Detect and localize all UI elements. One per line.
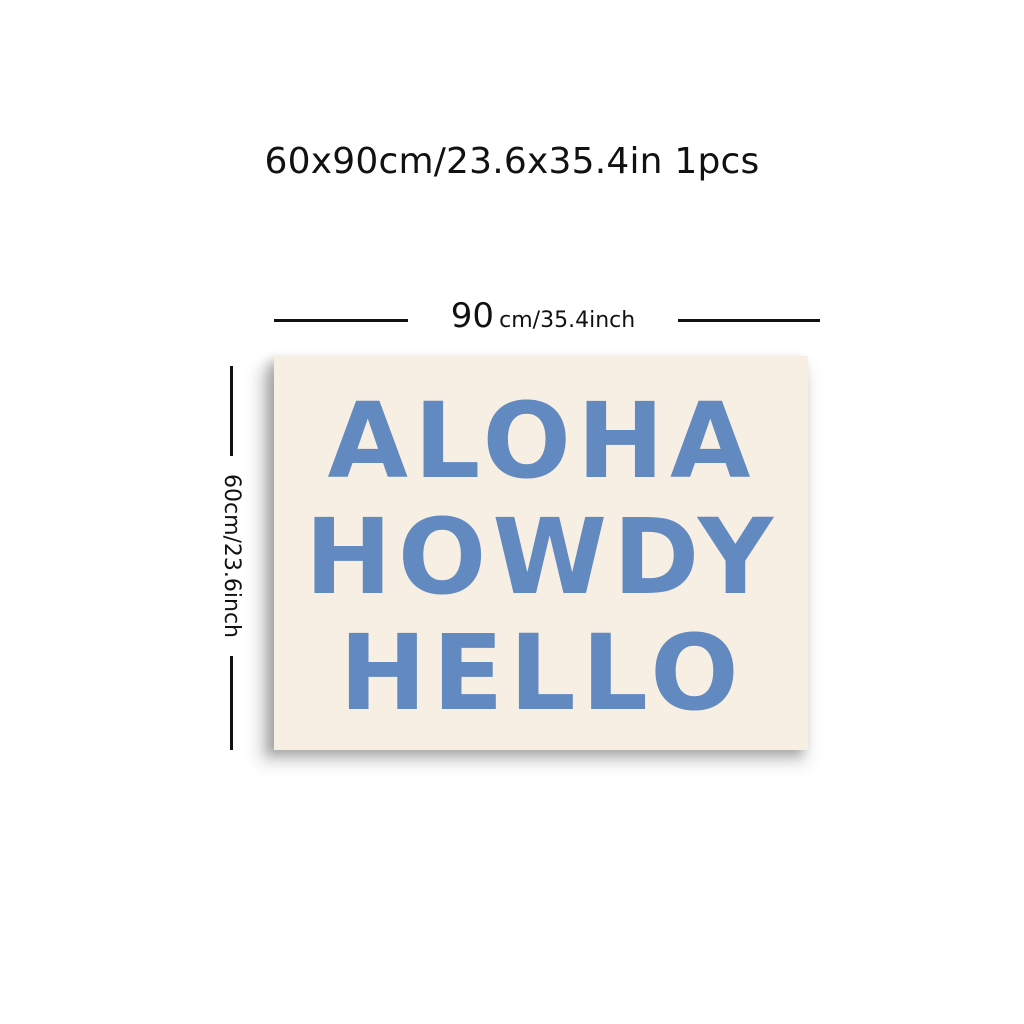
artwork-line-howdy: HOWDY bbox=[304, 496, 780, 618]
width-dimension-line-right bbox=[678, 319, 820, 322]
width-dimension-label: 90 cm/35.4inch bbox=[410, 296, 676, 336]
product-size-title: 60x90cm/23.6x35.4in 1pcs bbox=[264, 141, 760, 182]
width-unit: cm/35.4inch bbox=[499, 308, 636, 333]
height-dimension-label: 60cm/23.6inch bbox=[219, 473, 244, 638]
width-dimension-line-left bbox=[274, 319, 408, 322]
canvas-print: ALOHA HOWDY HELLO bbox=[274, 356, 808, 750]
artwork-line-aloha: ALOHA bbox=[327, 380, 757, 502]
artwork-line-hello: HELLO bbox=[339, 612, 745, 734]
height-dimension-line-bottom bbox=[230, 656, 233, 750]
width-number: 90 bbox=[450, 296, 495, 336]
